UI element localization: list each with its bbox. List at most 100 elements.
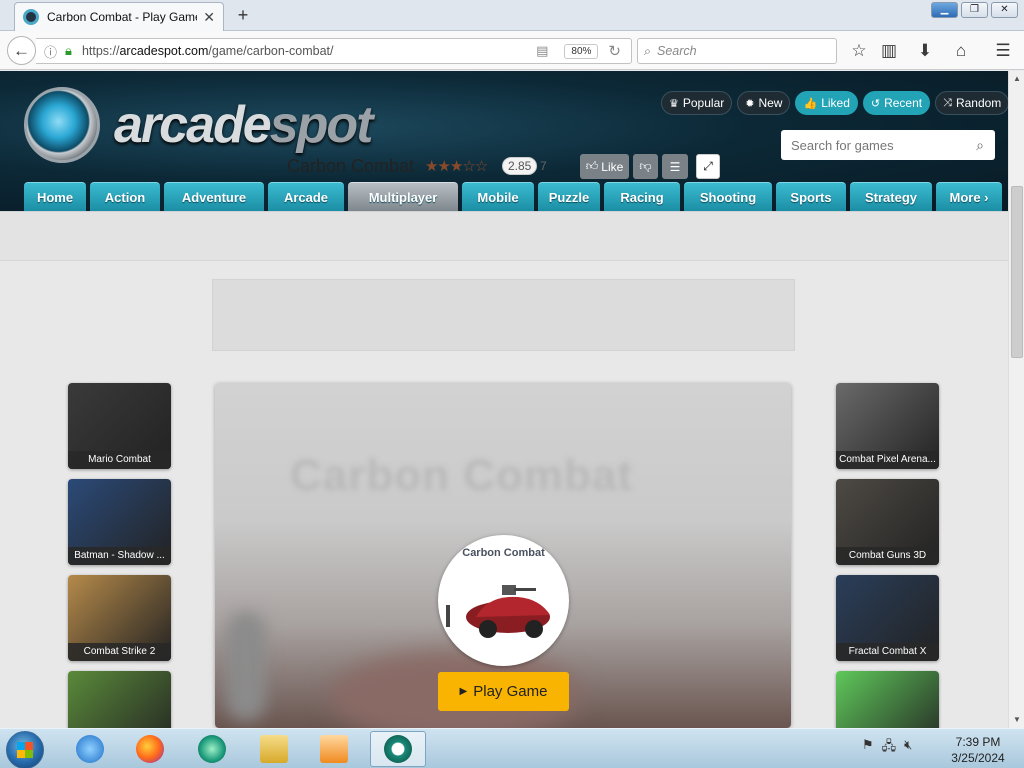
site-logo[interactable]: arcadespot	[24, 87, 373, 163]
url-domain: arcadespot.com	[119, 44, 209, 58]
category-tab-racing[interactable]: Racing	[604, 182, 680, 211]
new-tab-button[interactable]: +	[232, 4, 254, 26]
reload-icon[interactable]: ↻	[608, 42, 621, 60]
arcadespot-icon[interactable]	[184, 731, 240, 767]
fullscreen-button[interactable]: ⤢	[696, 154, 720, 179]
thumbnail-caption: Mario Combat	[68, 451, 171, 469]
bookmark-star-icon[interactable]: ☆	[846, 38, 872, 64]
category-tab-mobile[interactable]: Mobile	[462, 182, 534, 211]
clock-date: 3/25/2024	[951, 751, 1005, 765]
flag-icon[interactable]: ⚑	[862, 737, 874, 759]
list-icon: ☰	[669, 159, 681, 174]
restore-button[interactable]: ❐	[961, 2, 988, 18]
category-tab-sports[interactable]: Sports	[776, 182, 846, 211]
game-thumbnail[interactable]	[68, 671, 171, 728]
menu-icon[interactable]: ☰	[990, 38, 1016, 64]
start-button[interactable]	[6, 731, 44, 768]
close-tab-icon[interactable]: ✕	[203, 9, 215, 26]
category-tab-strategy[interactable]: Strategy	[850, 182, 932, 211]
page-scrollbar[interactable]: ▲ ▼	[1008, 71, 1024, 728]
logo-main: arcade	[114, 96, 272, 154]
volume-muted-icon[interactable]: 🔇︎	[904, 737, 912, 759]
page-viewport: arcadespot ♛ Popular ✹ New 👍 Liked ↺ Recent ⤨ Ran…	[0, 71, 1008, 728]
firefox-icon[interactable]	[122, 731, 178, 767]
clock-time: 7:39 PM	[955, 735, 1001, 749]
url-bar[interactable]: ⓘ 🔒︎ https://arcadespot.com/game/carbon-…	[36, 38, 632, 64]
download-icon[interactable]: ⬇	[912, 38, 938, 64]
back-button[interactable]: ←	[7, 36, 36, 65]
url-text[interactable]: https://arcadespot.com/game/carbon-comba…	[82, 44, 536, 58]
thumbnail-caption: Combat Pixel Arena...	[836, 451, 939, 469]
browser-search-placeholder: Search	[657, 44, 697, 58]
ad-placeholder	[212, 279, 795, 351]
scroll-down-icon[interactable]: ▼	[1009, 712, 1024, 728]
thumbs-down-icon: 👎︎	[639, 159, 652, 173]
category-tab-arcade[interactable]: Arcade	[268, 182, 344, 211]
thumbnail-caption: Combat Strike 2	[68, 643, 171, 661]
category-tab-puzzle[interactable]: Puzzle	[538, 182, 600, 211]
category-tab-home[interactable]: Home	[24, 182, 86, 211]
category-tab-shooting[interactable]: Shooting	[684, 182, 772, 211]
thumbnail-image	[836, 671, 939, 728]
filter-button-random[interactable]: ⤨ Random	[935, 91, 1008, 115]
category-tab-adventure[interactable]: Adventure	[164, 182, 264, 211]
category-tab-multiplayer[interactable]: Multiplayer	[348, 182, 458, 211]
reader-view-icon[interactable]: ▤	[536, 43, 548, 59]
thumbnail-caption: Fractal Combat X	[836, 643, 939, 661]
site-header: arcadespot ♛ Popular ✹ New 👍 Liked ↺ Recent ⤨ Ran…	[0, 71, 1008, 211]
filter-button-liked[interactable]: 👍 Liked	[795, 91, 858, 115]
filter-button-new[interactable]: ✹ New	[737, 91, 791, 115]
filter-button-label: Popular	[682, 96, 725, 110]
add-to-list-button[interactable]: ☰	[662, 154, 688, 179]
thumbnail-caption: Combat Guns 3D	[836, 547, 939, 565]
media-player-icon[interactable]	[306, 731, 362, 767]
arcadespot-active-icon[interactable]	[370, 731, 426, 767]
network-icon[interactable]: 🖧︎	[882, 737, 897, 759]
windows-taskbar: ⚑ 🖧︎ 🔇︎ 7:39 PM 3/25/2024	[0, 728, 1024, 768]
blurred-game-title: Carbon Combat	[290, 451, 633, 500]
game-thumbnail[interactable]: Mario Combat	[68, 383, 171, 469]
blurred-figure	[226, 611, 266, 721]
system-clock[interactable]: 7:39 PM 3/25/2024	[946, 734, 1010, 766]
dislike-button[interactable]: 👎︎	[633, 154, 658, 179]
filter-button-label: Liked	[821, 96, 850, 110]
file-explorer-icon[interactable]	[246, 731, 302, 767]
rating-stars[interactable]: ★★★☆☆	[425, 157, 488, 175]
filter-button-label: Random	[955, 96, 1002, 110]
game-search-input[interactable]: Search for games ⌕	[781, 130, 995, 160]
category-tab-action[interactable]: Action	[90, 182, 160, 211]
browser-tab[interactable]: Carbon Combat - Play Game Online ✕	[14, 2, 224, 31]
filter-button-popular[interactable]: ♛ Popular	[661, 91, 733, 115]
zoom-level-badge[interactable]: 80%	[564, 43, 599, 59]
filter-button-recent[interactable]: ↺ Recent	[862, 91, 931, 115]
like-button[interactable]: 👍︎ Like	[580, 154, 629, 179]
lock-icon: 🔒︎	[65, 43, 72, 58]
car-illustration-icon	[446, 585, 550, 638]
game-thumbnail[interactable]: Batman - Shadow ...	[68, 479, 171, 565]
window-controls: ▁ ❐ ✕	[931, 2, 1018, 18]
filter-button-label: Recent	[884, 96, 923, 110]
game-thumbnail[interactable]: Fractal Combat X	[836, 575, 939, 661]
home-icon[interactable]: ⌂	[948, 38, 974, 64]
browser-tab-strip: Carbon Combat - Play Game Online ✕ + ▁ ❐…	[0, 0, 1024, 31]
game-thumbnail[interactable]: Combat Strike 2	[68, 575, 171, 661]
game-thumbnail[interactable]: Combat Guns 3D	[836, 479, 939, 565]
game-thumbnail[interactable]: Combat Pixel Arena...	[836, 383, 939, 469]
close-window-button[interactable]: ✕	[991, 2, 1018, 18]
play-game-button[interactable]: ▶ Play Game	[438, 672, 569, 711]
url-path: /game/carbon-combat/	[208, 44, 334, 58]
history-icon: ↺	[870, 97, 881, 110]
shuffle-icon: ⤨	[943, 96, 952, 109]
play-game-label: Play Game	[473, 683, 548, 700]
library-icon[interactable]: ▥	[876, 38, 902, 64]
browser-search-input[interactable]: ⌕ Search	[637, 38, 837, 64]
search-icon[interactable]: ⌕	[965, 137, 995, 154]
scroll-thumb[interactable]	[1011, 186, 1023, 358]
minimize-button[interactable]: ▁	[931, 2, 958, 18]
scroll-up-icon[interactable]: ▲	[1009, 71, 1024, 87]
category-tab-more[interactable]: More ›	[936, 182, 1002, 211]
info-icon[interactable]: ⓘ	[44, 42, 57, 61]
game-thumbnail[interactable]	[836, 671, 939, 728]
logo-mark-icon	[24, 87, 100, 163]
internet-explorer-icon[interactable]	[62, 731, 118, 767]
